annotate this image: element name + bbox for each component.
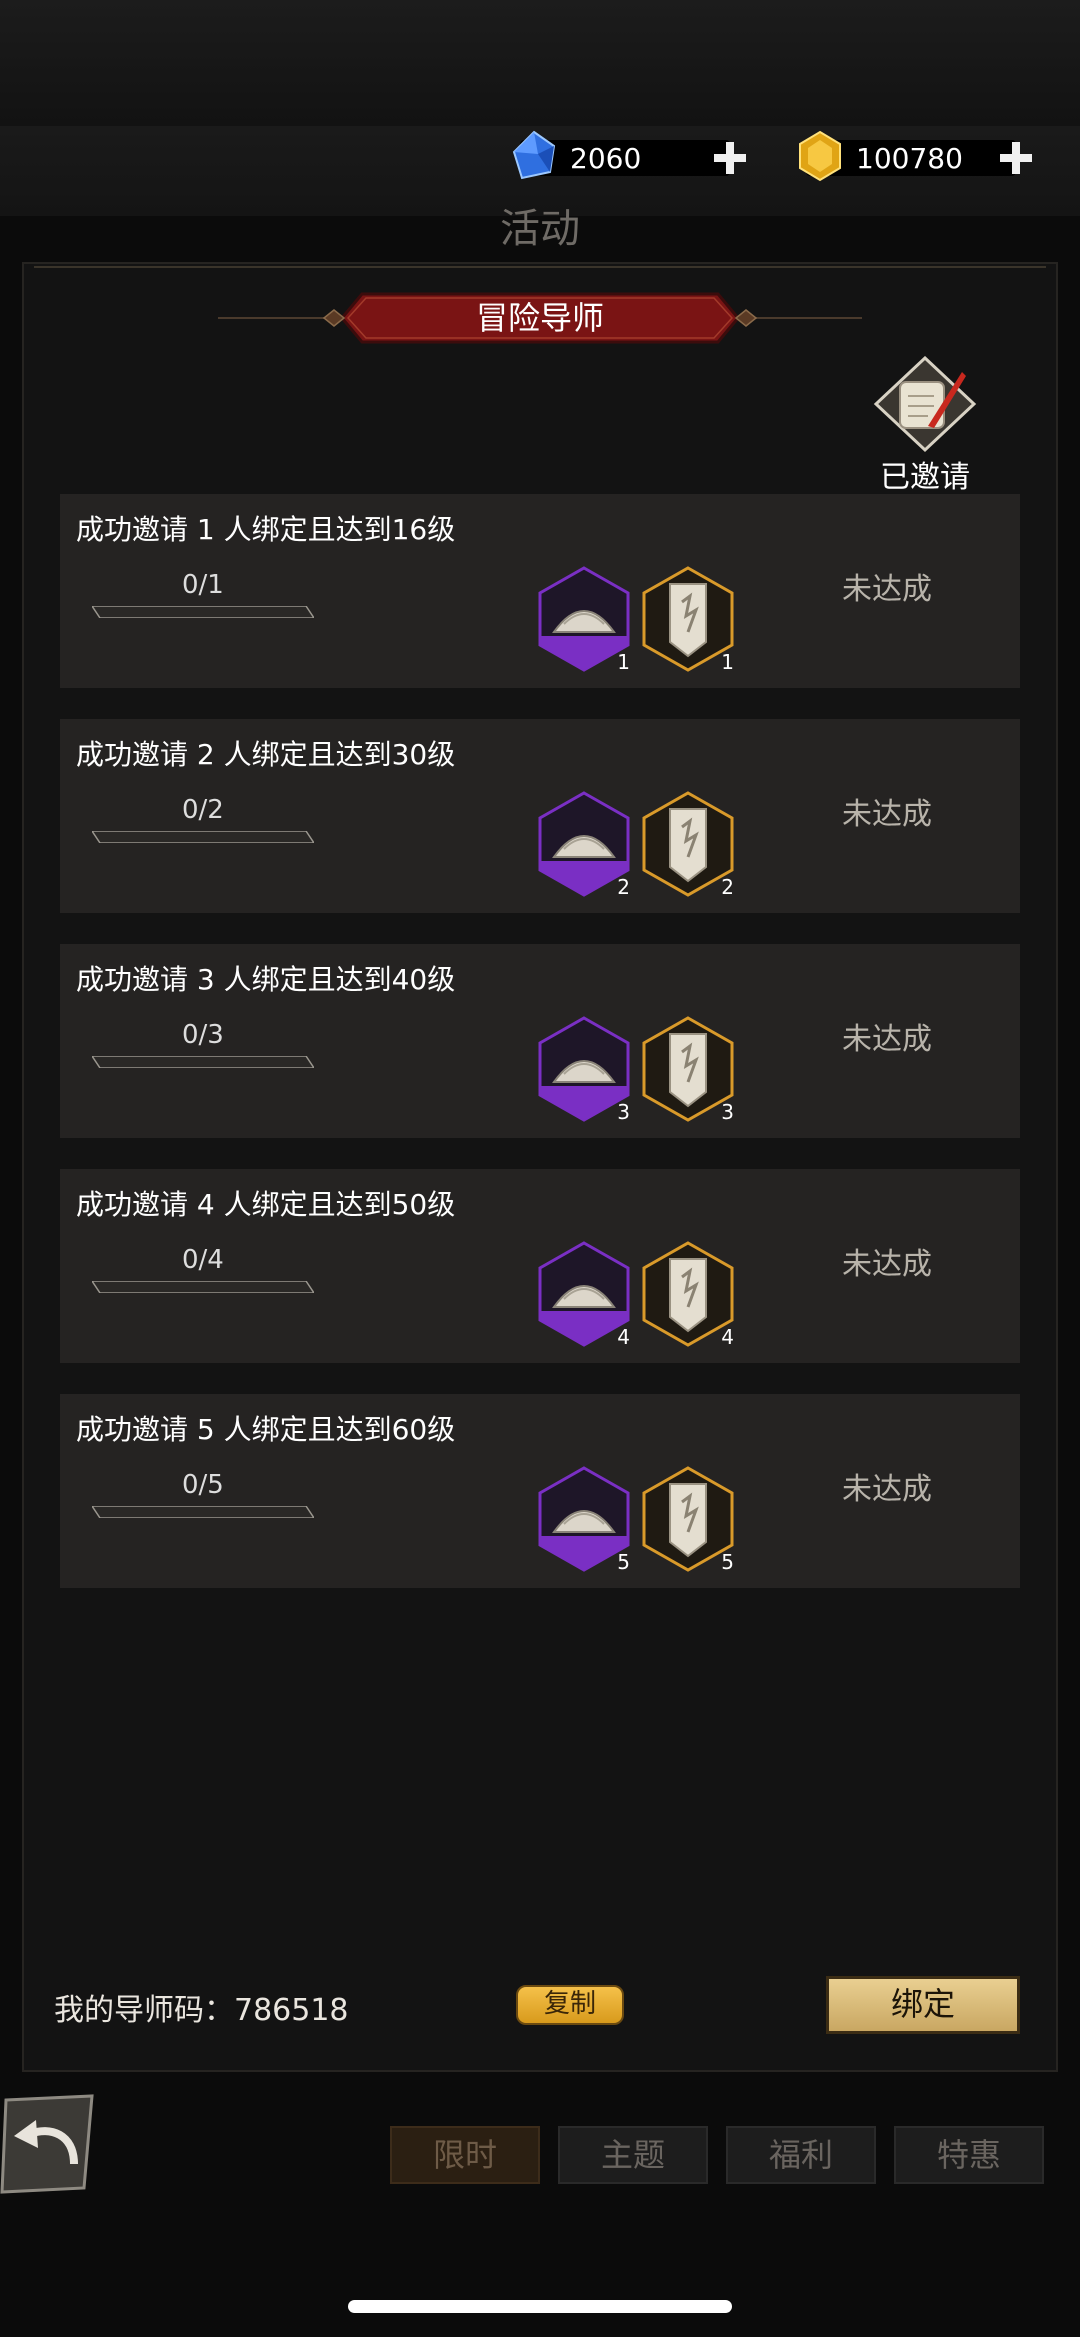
- tab-limited[interactable]: 限时: [390, 2126, 540, 2184]
- reward-quantity: 3: [721, 1100, 734, 1124]
- gem-icon: [512, 130, 556, 180]
- task-progress-bar: [92, 831, 314, 843]
- task-status: 未达成: [842, 1022, 932, 1057]
- task-status: 未达成: [842, 797, 932, 832]
- reward-epic-item[interactable]: 3: [538, 1016, 630, 1124]
- task-status: 未达成: [842, 1472, 932, 1507]
- task-status: 未达成: [842, 1247, 932, 1282]
- tab-special-offer[interactable]: 特惠: [894, 2126, 1044, 2184]
- gold-currency: 100780: [799, 130, 1036, 182]
- banner-token-icon: [642, 1016, 734, 1122]
- reward-quantity: 1: [721, 650, 734, 674]
- task-title: 成功邀请 4 人绑定且达到50级: [76, 1188, 456, 1221]
- tab-theme[interactable]: 主题: [558, 2126, 708, 2184]
- panel-title: 冒险导师: [475, 299, 604, 337]
- reward-epic-item[interactable]: 5: [538, 1466, 630, 1574]
- task-row: 成功邀请 2 人绑定且达到30级 0/2 2 2 未达成: [60, 719, 1020, 913]
- task-progress-bar: [92, 1281, 314, 1293]
- back-arrow-icon: [0, 2094, 94, 2194]
- mentor-code-value: 786518: [234, 1993, 349, 2028]
- reward-legendary-item[interactable]: 2: [642, 791, 734, 899]
- task-progress-text: 0/2: [182, 795, 224, 825]
- mentor-code-label: 我的导师码：: [54, 1993, 234, 2028]
- task-row: 成功邀请 5 人绑定且达到60级 0/5 5 5 未达成: [60, 1394, 1020, 1588]
- reward-legendary-item[interactable]: 5: [642, 1466, 734, 1574]
- reward-quantity: 2: [617, 875, 630, 899]
- gold-crystal-icon: [799, 130, 841, 182]
- reward-legendary-item[interactable]: 3: [642, 1016, 734, 1124]
- reward-epic-item[interactable]: 2: [538, 791, 630, 899]
- task-title: 成功邀请 1 人绑定且达到16级: [76, 513, 456, 546]
- page-title: 活动: [500, 206, 580, 252]
- status-bar: [0, 0, 1080, 126]
- reward-quantity: 2: [721, 875, 734, 899]
- task-progress-text: 0/3: [182, 1020, 224, 1050]
- task-progress-bar: [92, 606, 314, 618]
- task-title: 成功邀请 2 人绑定且达到30级: [76, 738, 456, 771]
- invited-label: 已邀请: [880, 460, 970, 495]
- task-progress-bar: [92, 1056, 314, 1068]
- home-indicator: [348, 2300, 732, 2313]
- banner-line-left: [218, 317, 324, 319]
- rock-material-icon: [538, 566, 630, 672]
- rock-material-icon: [538, 791, 630, 897]
- reward-quantity: 5: [721, 1550, 734, 1574]
- panel-title-banner: 冒险导师: [320, 290, 760, 346]
- rock-material-icon: [538, 1466, 630, 1572]
- reward-quantity: 5: [617, 1550, 630, 1574]
- banner-line-right: [756, 317, 862, 319]
- task-row: 成功邀请 1 人绑定且达到16级 0/1 1 1 未达成: [60, 494, 1020, 688]
- task-progress-text: 0/1: [182, 570, 224, 600]
- banner-token-icon: [642, 566, 734, 672]
- task-progress-bar: [92, 1506, 314, 1518]
- banner-token-icon: [642, 1466, 734, 1572]
- reward-legendary-item[interactable]: 4: [642, 1241, 734, 1349]
- reward-epic-item[interactable]: 1: [538, 566, 630, 674]
- banner-token-icon: [642, 791, 734, 897]
- mentor-code-row: 我的导师码：786518: [54, 1985, 349, 2029]
- copy-button[interactable]: 复制: [516, 1985, 624, 2025]
- rock-material-icon: [538, 1241, 630, 1347]
- task-title: 成功邀请 5 人绑定且达到60级: [76, 1413, 456, 1446]
- bind-button[interactable]: 绑定: [826, 1976, 1020, 2034]
- tab-welfare[interactable]: 福利: [726, 2126, 876, 2184]
- task-row: 成功邀请 4 人绑定且达到50级 0/4 4 4 未达成: [60, 1169, 1020, 1363]
- task-row: 成功邀请 3 人绑定且达到40级 0/3 3 3 未达成: [60, 944, 1020, 1138]
- reward-quantity: 4: [617, 1325, 630, 1349]
- task-title: 成功邀请 3 人绑定且达到40级: [76, 963, 456, 996]
- reward-quantity: 1: [617, 650, 630, 674]
- reward-quantity: 4: [721, 1325, 734, 1349]
- add-gems-icon[interactable]: [710, 138, 750, 178]
- back-button[interactable]: [0, 2094, 98, 2194]
- reward-epic-item[interactable]: 4: [538, 1241, 630, 1349]
- task-progress-text: 0/5: [182, 1470, 224, 1500]
- add-gold-icon[interactable]: [996, 138, 1036, 178]
- reward-quantity: 3: [617, 1100, 630, 1124]
- task-status: 未达成: [842, 572, 932, 607]
- rock-material-icon: [538, 1016, 630, 1122]
- banner-token-icon: [642, 1241, 734, 1347]
- task-progress-text: 0/4: [182, 1245, 224, 1275]
- scroll-quill-icon: [873, 355, 977, 453]
- panel-divider: [34, 266, 1046, 268]
- reward-legendary-item[interactable]: 1: [642, 566, 734, 674]
- gem-currency: 2060: [512, 130, 750, 180]
